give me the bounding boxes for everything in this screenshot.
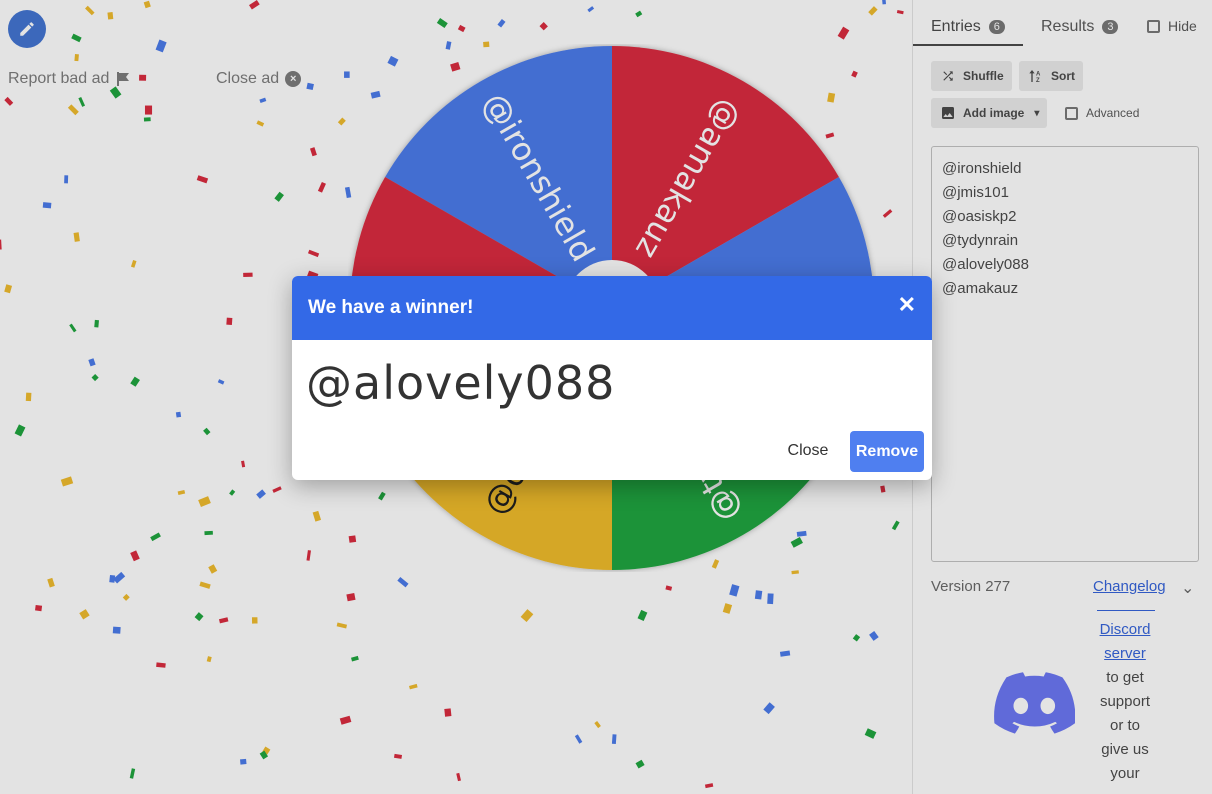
dialog-title: We have a winner! — [308, 297, 474, 318]
close-icon[interactable]: ✕ — [898, 292, 916, 318]
dialog-header: We have a winner! ✕ — [292, 276, 932, 340]
close-button[interactable]: Close — [780, 432, 836, 470]
winner-name: @alovely088 — [306, 356, 616, 410]
winner-dialog: We have a winner! ✕ @alovely088 Close Re… — [292, 276, 932, 480]
remove-button[interactable]: Remove — [850, 431, 924, 472]
